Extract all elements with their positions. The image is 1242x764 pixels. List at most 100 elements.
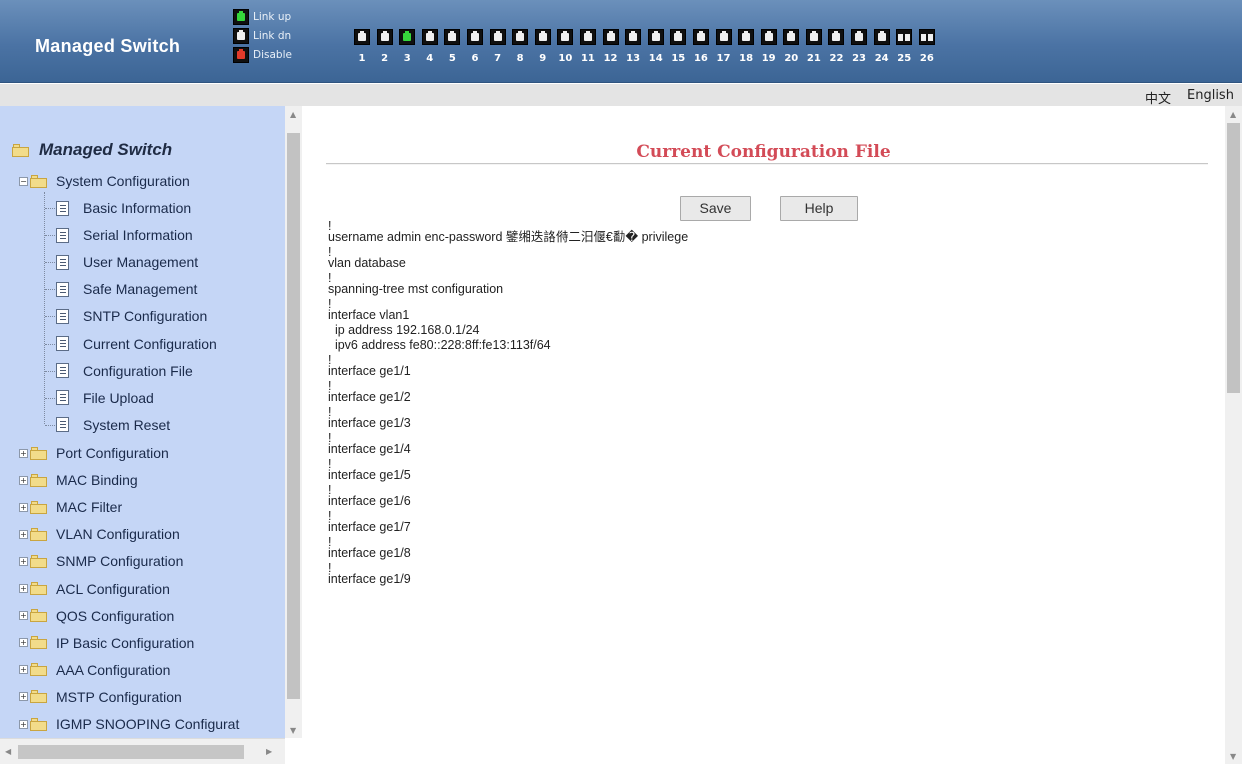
document-icon bbox=[56, 281, 69, 297]
sidebar-item-sntp-configuration[interactable]: SNTP Configuration bbox=[56, 308, 207, 324]
port-4[interactable]: 4 bbox=[421, 29, 439, 64]
expand-icon[interactable]: + bbox=[19, 448, 28, 458]
port-14[interactable]: 14 bbox=[647, 29, 665, 64]
folder-icon bbox=[30, 582, 47, 595]
port-number: 11 bbox=[580, 53, 595, 64]
sidebar-item-current-configuration[interactable]: Current Configuration bbox=[56, 336, 217, 352]
expand-icon[interactable]: + bbox=[19, 502, 28, 512]
tree-guide-line bbox=[45, 343, 55, 345]
port-16[interactable]: 16 bbox=[692, 29, 710, 64]
help-button[interactable]: Help bbox=[780, 196, 858, 221]
port-7[interactable]: 7 bbox=[489, 29, 507, 64]
port-20[interactable]: 20 bbox=[782, 29, 800, 64]
sidebar-item-user-management[interactable]: User Management bbox=[56, 254, 198, 270]
expand-icon[interactable]: + bbox=[19, 719, 28, 729]
title-divider bbox=[326, 163, 1208, 165]
port-25[interactable]: 25 bbox=[895, 29, 913, 64]
sidebar-folder-igmp-snooping-configurat[interactable]: + IGMP SNOOPING Configurat bbox=[19, 716, 239, 732]
sidebar-item-serial-information[interactable]: Serial Information bbox=[56, 227, 193, 243]
config-line: interface ge1/4 bbox=[328, 442, 411, 456]
port-number: 4 bbox=[426, 53, 434, 64]
scroll-down-icon[interactable]: ▼ bbox=[290, 726, 296, 735]
scroll-up-icon[interactable]: ▲ bbox=[1230, 110, 1236, 119]
port-11[interactable]: 11 bbox=[579, 29, 597, 64]
sidebar-vertical-scrollbar[interactable]: ▲ ▼ bbox=[285, 106, 302, 738]
port-2[interactable]: 2 bbox=[376, 29, 394, 64]
sidebar-item-configuration-file[interactable]: Configuration File bbox=[56, 363, 193, 379]
sidebar-horizontal-scrollbar[interactable]: ◀ ▶ bbox=[0, 738, 285, 764]
lang-chinese-link[interactable]: 中文 bbox=[1145, 88, 1171, 107]
port-9[interactable]: 9 bbox=[534, 29, 552, 64]
sidebar-folder-mstp-configuration[interactable]: + MSTP Configuration bbox=[19, 689, 182, 705]
config-line: interface ge1/1 bbox=[328, 364, 411, 378]
port-5[interactable]: 5 bbox=[443, 29, 461, 64]
port-24[interactable]: 24 bbox=[873, 29, 891, 64]
port-8[interactable]: 8 bbox=[511, 29, 529, 64]
expand-icon[interactable]: + bbox=[19, 529, 28, 539]
port-down-icon bbox=[692, 29, 709, 45]
port-down-icon bbox=[466, 29, 483, 45]
config-line: interface ge1/5 bbox=[328, 468, 411, 482]
legend-link-dn: Link dn bbox=[233, 26, 292, 45]
port-21[interactable]: 21 bbox=[805, 29, 823, 64]
port-number: 18 bbox=[739, 53, 754, 64]
sidebar-folder-vlan-configuration[interactable]: + VLAN Configuration bbox=[19, 526, 180, 542]
expand-icon[interactable]: + bbox=[19, 638, 28, 648]
port-18[interactable]: 18 bbox=[737, 29, 755, 64]
collapse-icon[interactable]: − bbox=[19, 176, 28, 186]
expand-icon[interactable]: + bbox=[19, 611, 28, 621]
sidebar-item-system-reset[interactable]: System Reset bbox=[56, 417, 170, 433]
sidebar-folder-snmp-configuration[interactable]: + SNMP Configuration bbox=[19, 553, 183, 569]
sidebar-folder-qos-configuration[interactable]: + QOS Configuration bbox=[19, 608, 174, 624]
tree-system-configuration[interactable]: − System Configuration bbox=[19, 173, 190, 189]
expand-icon[interactable]: + bbox=[19, 556, 28, 566]
sidebar-hscroll-thumb[interactable] bbox=[18, 745, 244, 759]
port-1[interactable]: 1 bbox=[353, 29, 371, 64]
expand-icon[interactable]: + bbox=[19, 665, 28, 675]
port-6[interactable]: 6 bbox=[466, 29, 484, 64]
sidebar-folder-aaa-configuration[interactable]: + AAA Configuration bbox=[19, 662, 170, 678]
port-number: 19 bbox=[761, 53, 776, 64]
port-down-icon bbox=[534, 29, 551, 45]
expand-icon[interactable]: + bbox=[19, 584, 28, 593]
port-22[interactable]: 22 bbox=[827, 29, 845, 64]
scroll-up-icon[interactable]: ▲ bbox=[290, 110, 296, 119]
sidebar-item-safe-management[interactable]: Safe Management bbox=[56, 281, 197, 297]
port-up-icon bbox=[233, 8, 249, 25]
port-panel: 1 2 3 4 5 6 7 8 9 10 11 12 13 14 15 16 17 18 19 20 21 22 23 24 2… bbox=[353, 29, 940, 64]
scroll-right-icon[interactable]: ▶ bbox=[266, 747, 272, 756]
sidebar-item-file-upload[interactable]: File Upload bbox=[56, 390, 154, 406]
port-19[interactable]: 19 bbox=[760, 29, 778, 64]
port-13[interactable]: 13 bbox=[624, 29, 642, 64]
sidebar-folder-port-configuration[interactable]: + Port Configuration bbox=[19, 445, 169, 461]
port-17[interactable]: 17 bbox=[715, 29, 733, 64]
sidebar-folder-ip-basic-configuration[interactable]: + IP Basic Configuration bbox=[19, 635, 194, 651]
tree-root[interactable]: Managed Switch bbox=[10, 140, 172, 160]
sidebar-scroll-thumb[interactable] bbox=[287, 133, 300, 699]
scroll-down-icon[interactable]: ▼ bbox=[1230, 752, 1236, 761]
port-12[interactable]: 12 bbox=[602, 29, 620, 64]
port-15[interactable]: 15 bbox=[669, 29, 687, 64]
port-3[interactable]: 3 bbox=[398, 29, 416, 64]
port-number: 7 bbox=[494, 53, 502, 64]
port-number: 9 bbox=[539, 53, 547, 64]
port-26[interactable]: 26 bbox=[918, 29, 936, 64]
lang-english-link[interactable]: English bbox=[1187, 88, 1234, 103]
expand-icon[interactable]: + bbox=[19, 692, 28, 702]
sidebar-folder-mac-binding[interactable]: + MAC Binding bbox=[19, 472, 138, 488]
legend-label: Link up bbox=[253, 10, 292, 23]
save-button[interactable]: Save bbox=[680, 196, 751, 221]
main-scroll-thumb[interactable] bbox=[1227, 123, 1240, 393]
sidebar-folder-mac-filter[interactable]: + MAC Filter bbox=[19, 499, 122, 515]
tree-guide-line bbox=[45, 262, 55, 264]
port-number: 2 bbox=[381, 53, 389, 64]
sidebar-item-basic-information[interactable]: Basic Information bbox=[56, 200, 191, 216]
scroll-left-icon[interactable]: ◀ bbox=[5, 747, 11, 756]
port-23[interactable]: 23 bbox=[850, 29, 868, 64]
port-down-icon bbox=[421, 29, 438, 45]
expand-icon[interactable]: + bbox=[19, 475, 28, 485]
main-vertical-scrollbar[interactable]: ▲ ▼ bbox=[1225, 106, 1242, 764]
sidebar-folder-acl-configuration[interactable]: + ACL Configuration bbox=[19, 581, 170, 597]
port-10[interactable]: 10 bbox=[556, 29, 574, 64]
config-line: ipv6 address fe80::228:8ff:fe13:113f/64 bbox=[328, 338, 551, 352]
